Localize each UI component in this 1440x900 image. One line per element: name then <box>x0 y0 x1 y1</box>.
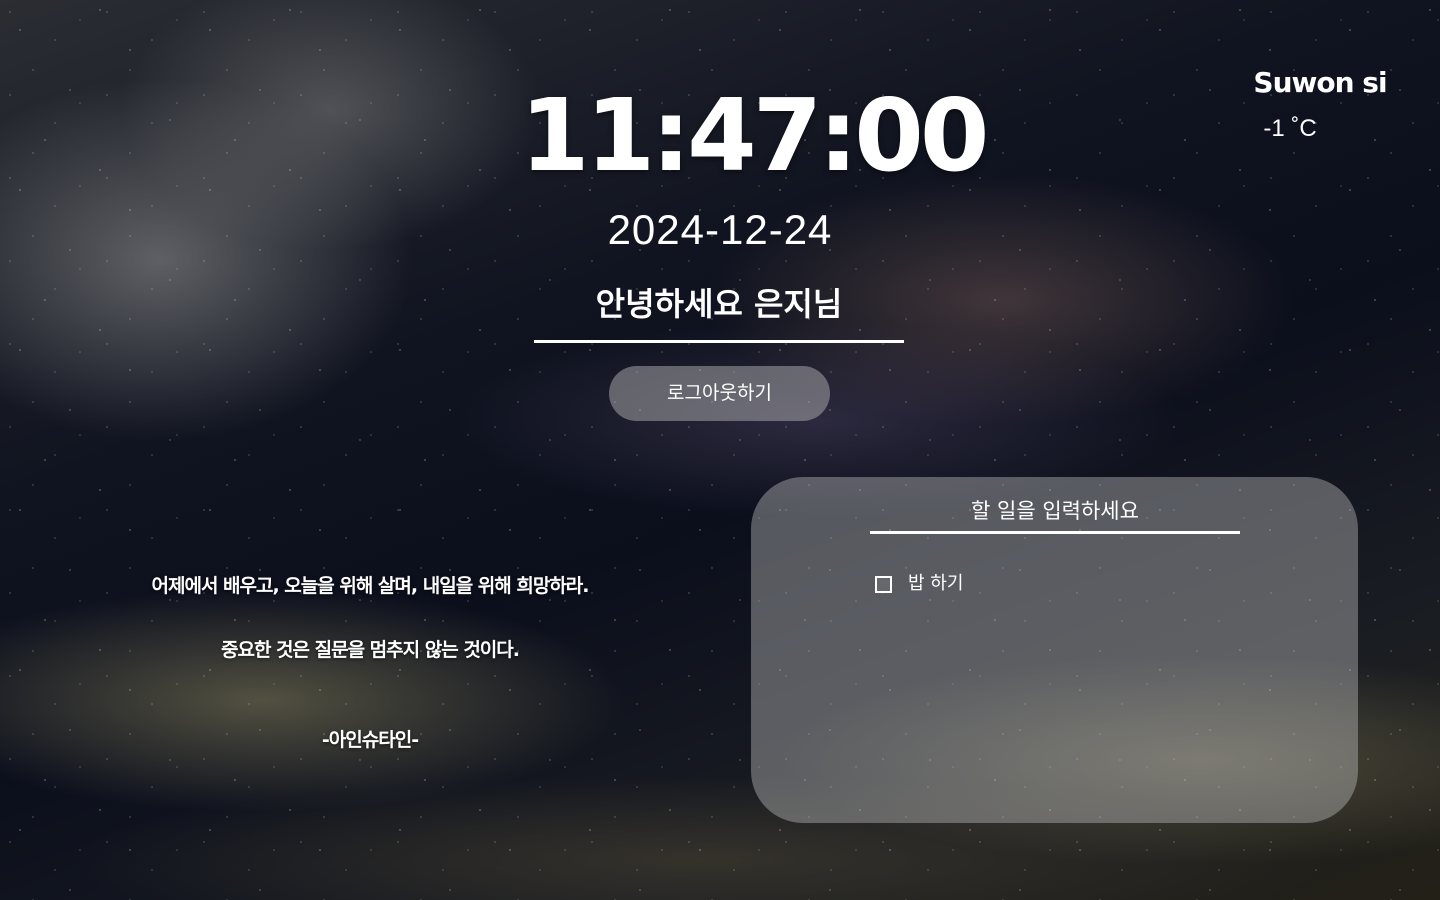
todo-item[interactable]: 밥 하기 <box>875 571 963 597</box>
todo-item-label: 밥 하기 <box>908 573 964 594</box>
greeting-text: 안녕하세요 은지님 <box>595 285 843 323</box>
clock-date: 2024-12-24 <box>607 206 833 253</box>
clock-time: 11:47:00 <box>520 77 989 194</box>
logout-button[interactable]: 로그아웃하기 <box>609 366 830 421</box>
todo-panel: 밥 하기 <box>751 477 1358 823</box>
quote-line-1: 어제에서 배우고, 오늘을 위해 살며, 내일을 위해 희망하라. <box>151 575 590 597</box>
quote-author: -아인슈타인- <box>321 729 419 751</box>
todo-checkbox[interactable] <box>875 575 892 593</box>
weather-temperature: -1 ˚C <box>1263 115 1317 142</box>
quote-line-2: 중요한 것은 질문을 멈추지 않는 것이다. <box>221 639 520 661</box>
weather-widget: Suwon si -1 ˚C <box>1230 62 1410 144</box>
greeting-underline <box>534 340 904 343</box>
todo-input[interactable] <box>870 491 1240 534</box>
weather-city: Suwon si <box>1253 66 1387 99</box>
